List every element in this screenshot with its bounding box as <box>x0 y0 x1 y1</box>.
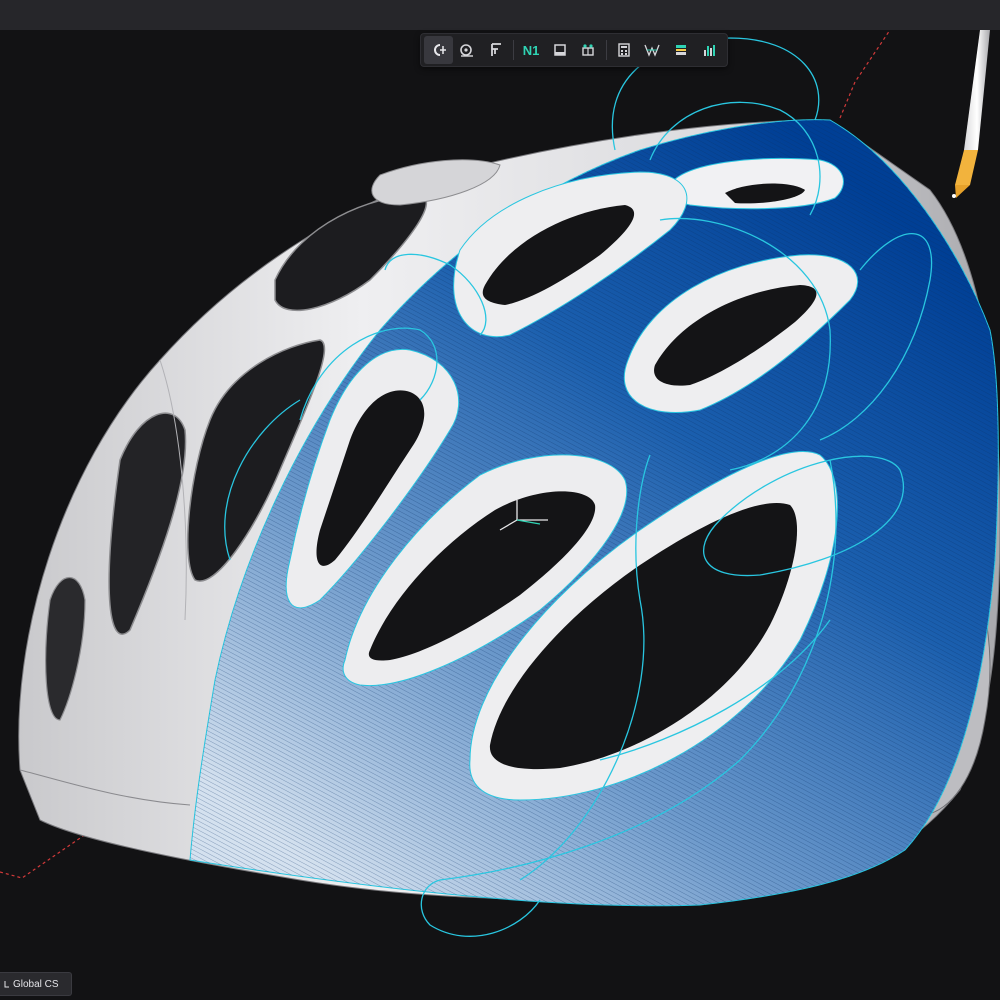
helmet-scene[interactable] <box>0 30 1000 1000</box>
curve-control-points-icon[interactable] <box>424 36 453 64</box>
construction-line-top <box>839 30 891 119</box>
n1-continuity-icon[interactable]: N1 <box>517 36 546 64</box>
mesh-icon[interactable] <box>574 36 603 64</box>
coordinate-system-label: Global CS <box>13 978 59 990</box>
surface-analysis-icon[interactable] <box>453 36 482 64</box>
calculator-icon[interactable] <box>610 36 639 64</box>
pen-cursor-icon <box>952 30 990 198</box>
curvature-comb-icon[interactable] <box>638 36 667 64</box>
3d-viewport[interactable] <box>0 30 1000 1000</box>
zebra-stripes-icon[interactable] <box>667 36 696 64</box>
title-strip <box>0 0 1000 31</box>
coordinate-system-selector[interactable]: Global CS <box>0 972 72 996</box>
caliper-edit-icon[interactable] <box>481 36 510 64</box>
panel-icon[interactable] <box>545 36 574 64</box>
axis-icon <box>4 981 9 988</box>
floating-toolbar: N1 <box>420 33 728 67</box>
toolbar-separator <box>605 40 607 60</box>
toolbar-separator <box>512 40 514 60</box>
graph-bars-icon[interactable] <box>695 36 724 64</box>
